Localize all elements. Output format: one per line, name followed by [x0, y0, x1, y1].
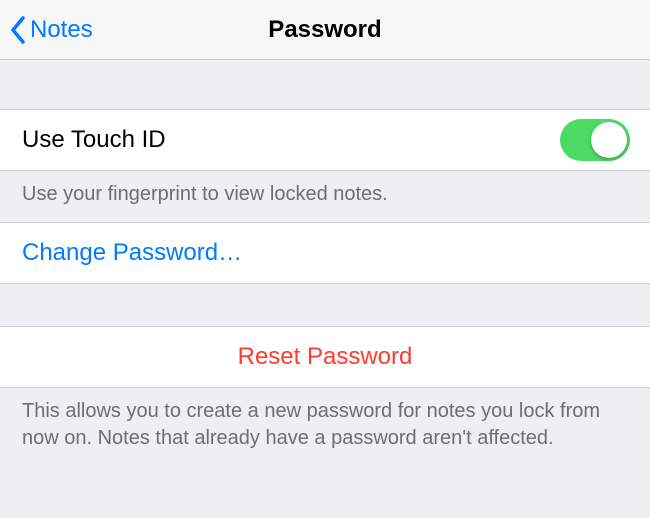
back-button[interactable]: Notes: [0, 16, 93, 44]
page-title: Password: [268, 16, 381, 44]
touch-id-footer: Use your fingerprint to view locked note…: [0, 171, 650, 222]
touch-id-switch[interactable]: [560, 119, 630, 161]
switch-knob: [591, 122, 627, 158]
section-spacer: [0, 60, 650, 109]
change-password-row[interactable]: Change Password…: [0, 222, 650, 284]
touch-id-row: Use Touch ID: [0, 109, 650, 171]
touch-id-label: Use Touch ID: [22, 126, 560, 154]
reset-password-label: Reset Password: [22, 343, 628, 371]
change-password-label: Change Password…: [22, 239, 242, 267]
navigation-bar: Notes Password: [0, 0, 650, 60]
chevron-left-icon: [10, 16, 26, 44]
section-spacer: [0, 284, 650, 326]
reset-password-row[interactable]: Reset Password: [0, 326, 650, 388]
back-button-label: Notes: [30, 16, 93, 44]
reset-password-footer: This allows you to create a new password…: [0, 388, 650, 466]
